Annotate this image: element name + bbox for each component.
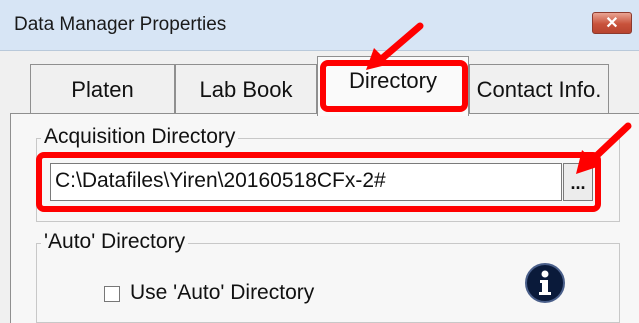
- properties-dialog: Data Manager Properties ✕ Platen Lab Boo…: [0, 0, 639, 323]
- close-button[interactable]: ✕: [592, 12, 632, 34]
- tab-label: Contact Info.: [476, 76, 602, 102]
- annotation-arrow-browse: [576, 122, 632, 174]
- tab-label: Lab Book: [199, 76, 293, 102]
- title-bar: Data Manager Properties ✕: [0, 0, 639, 51]
- close-icon: ✕: [605, 15, 619, 32]
- auto-group-title: 'Auto' Directory: [41, 230, 189, 254]
- info-icon[interactable]: [524, 262, 566, 304]
- tab-platen[interactable]: Platen: [30, 64, 175, 114]
- tab-lab-book[interactable]: Lab Book: [175, 64, 317, 114]
- window-title: Data Manager Properties: [14, 14, 227, 35]
- use-auto-directory-checkbox[interactable]: [104, 286, 120, 302]
- acquisition-group-title: Acquisition Directory: [41, 125, 239, 149]
- annotation-arrow-tab: [366, 22, 424, 70]
- tab-label: Platen: [71, 76, 134, 102]
- annotation-box-path: [36, 152, 601, 212]
- tab-contact-info[interactable]: Contact Info.: [469, 64, 609, 114]
- use-auto-directory-label: Use 'Auto' Directory: [130, 281, 315, 304]
